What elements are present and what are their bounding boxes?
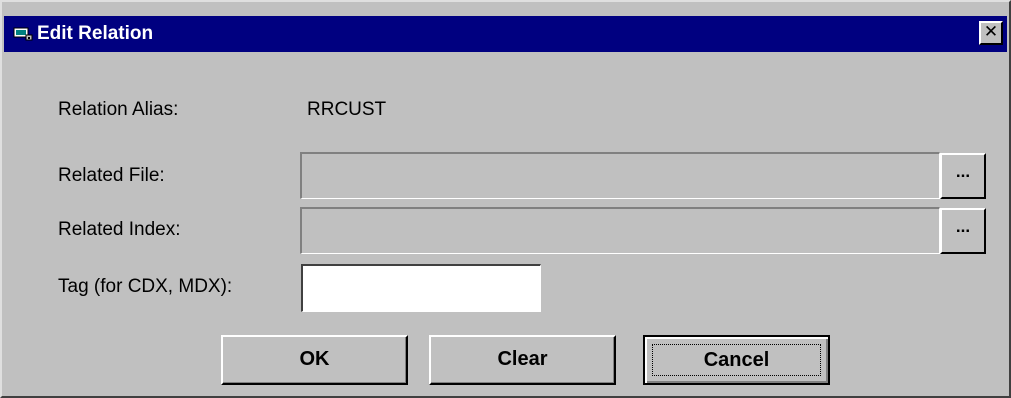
tag-input[interactable] xyxy=(301,264,541,312)
relation-alias-value: RRCUST xyxy=(307,99,387,120)
related-index-label: Related Index: xyxy=(58,219,181,240)
window-title: Edit Relation xyxy=(37,23,154,44)
close-button[interactable]: ✕ xyxy=(979,21,1003,45)
tag-label: Tag (for CDX, MDX): xyxy=(58,276,233,297)
edit-relation-dialog: Edit Relation ✕ Relation Alias: RRCUST R… xyxy=(0,0,1011,398)
cancel-button-label: Cancel xyxy=(703,349,770,371)
clear-button-label: Clear xyxy=(497,348,548,370)
app-icon xyxy=(13,27,33,41)
title-bar[interactable]: Edit Relation ✕ xyxy=(4,16,1007,52)
related-file-label: Related File: xyxy=(58,165,165,186)
cancel-button[interactable]: Cancel xyxy=(643,335,830,385)
relation-alias-label: Relation Alias: xyxy=(58,99,179,120)
related-file-browse-button[interactable]: ... xyxy=(940,153,986,199)
ellipsis-icon: ... xyxy=(955,217,971,236)
focus-rectangle: Cancel xyxy=(652,344,821,376)
ellipsis-icon: ... xyxy=(955,162,971,181)
related-file-field[interactable] xyxy=(300,152,940,199)
ok-button[interactable]: OK xyxy=(221,335,408,385)
clear-button[interactable]: Clear xyxy=(429,335,616,385)
related-index-browse-button[interactable]: ... xyxy=(940,208,986,254)
related-index-field[interactable] xyxy=(300,207,940,254)
ok-button-label: OK xyxy=(299,348,330,370)
close-icon: ✕ xyxy=(983,22,999,42)
